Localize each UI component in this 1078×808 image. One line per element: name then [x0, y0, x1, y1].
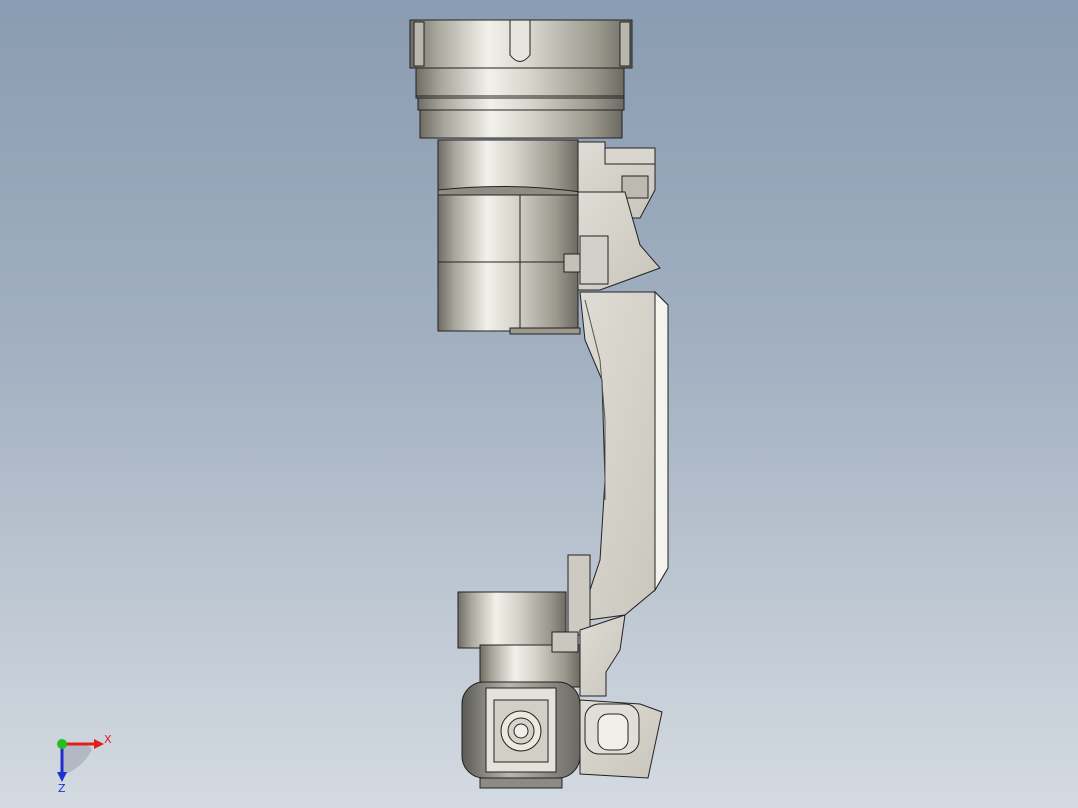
- x-axis-label: X: [104, 733, 112, 746]
- shoulder-bracket[interactable]: [563, 141, 661, 291]
- y-axis-indicator: [57, 739, 67, 749]
- graphics-viewport[interactable]: X Z: [0, 0, 1078, 808]
- shoulder-joint[interactable]: [437, 139, 581, 335]
- x-axis-arrowhead: [94, 739, 104, 749]
- base-flange[interactable]: [409, 19, 633, 139]
- upper-arm-link[interactable]: [579, 290, 669, 621]
- wrist-joint[interactable]: [461, 681, 663, 789]
- z-axis-arrowhead: [57, 772, 67, 782]
- z-axis-label: Z: [58, 782, 66, 795]
- orientation-triad[interactable]: X Z: [48, 726, 118, 796]
- triad-plane-shading: [62, 742, 92, 776]
- robot-arm-model[interactable]: [0, 0, 1078, 808]
